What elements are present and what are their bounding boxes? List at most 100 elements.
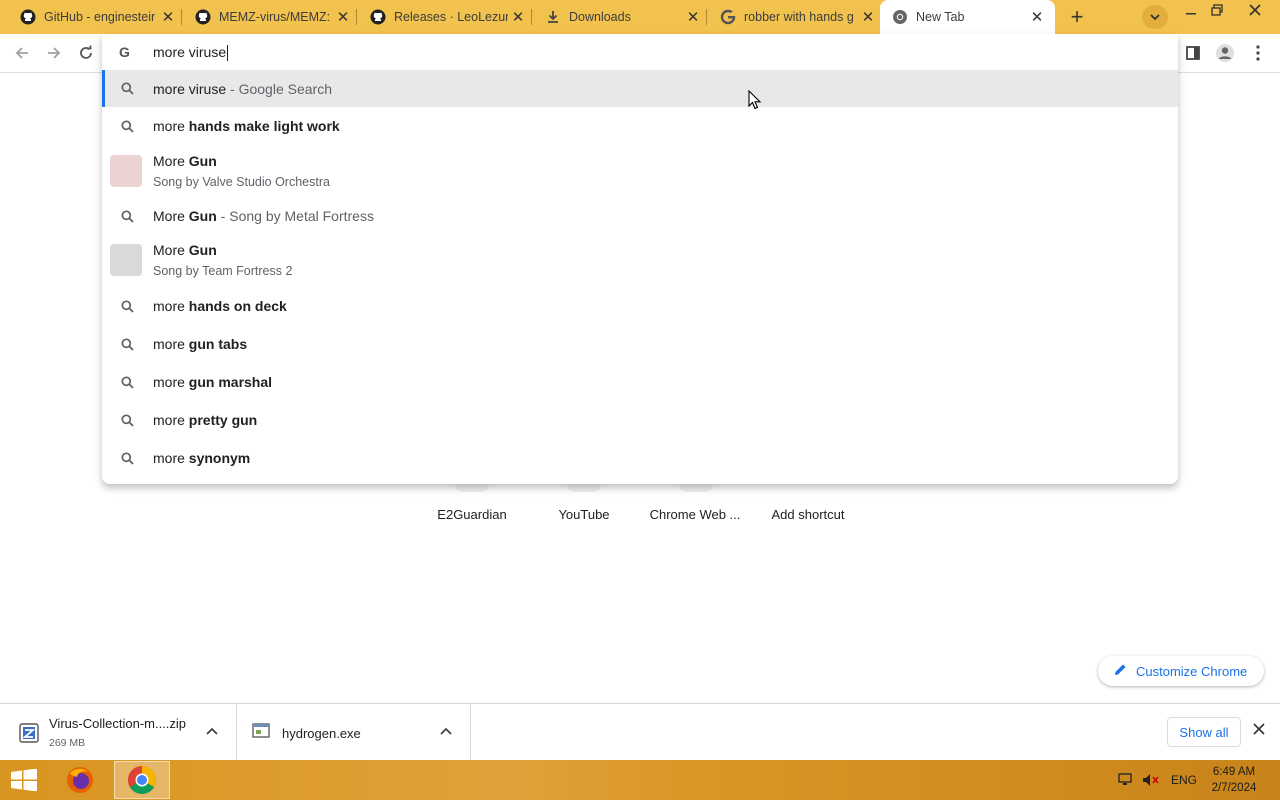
- tab-search-button[interactable]: [1142, 5, 1168, 29]
- download-item[interactable]: hydrogen.exe: [236, 704, 471, 761]
- suggestion-item[interactable]: more hands make light work: [102, 107, 1178, 145]
- chevron-up-icon[interactable]: [206, 724, 218, 738]
- chrome-taskbar-icon[interactable]: [114, 761, 170, 799]
- shortcut-chrome-web-store[interactable]: Chrome Web ...: [645, 507, 745, 522]
- search-icon: [119, 450, 135, 466]
- profile-avatar[interactable]: [1214, 42, 1236, 64]
- suggestion-subtitle: Song by Valve Studio Orchestra: [153, 175, 330, 189]
- search-icon: [119, 374, 135, 390]
- tab-memz-virus[interactable]: MEMZ-virus/MEMZ: ✕: [175, 0, 357, 34]
- windows-start-button[interactable]: [10, 768, 38, 792]
- reload-button[interactable]: [75, 42, 97, 64]
- back-button[interactable]: [11, 42, 33, 64]
- volume-muted-icon[interactable]: [1142, 773, 1160, 790]
- close-downloads-bar-icon[interactable]: [1253, 722, 1265, 739]
- suggestion-text: more: [153, 118, 189, 134]
- chevron-up-icon[interactable]: [440, 724, 452, 738]
- song-thumbnail: [110, 244, 142, 276]
- network-icon[interactable]: [1118, 773, 1134, 790]
- suggestion-bold: hands make light work: [188, 118, 340, 134]
- suggestion-item[interactable]: more gun marshal: [102, 363, 1178, 401]
- suggestion-item[interactable]: more viruse - Google Search: [102, 70, 1178, 107]
- suggestion-text: more: [153, 336, 189, 352]
- suggestion-bold: Gun: [188, 153, 217, 169]
- shortcut-e2guardian[interactable]: E2Guardian: [422, 507, 522, 522]
- suggestion-bold: Gun: [188, 242, 217, 258]
- new-tab-button[interactable]: +: [1064, 4, 1090, 30]
- language-indicator[interactable]: ENG: [1171, 773, 1197, 787]
- tab-title: MEMZ-virus/MEMZ:: [219, 10, 331, 24]
- song-thumbnail: [110, 155, 142, 187]
- close-icon[interactable]: ✕: [858, 8, 878, 26]
- search-icon: [119, 208, 135, 224]
- github-icon: [20, 9, 36, 25]
- minimize-button[interactable]: [1180, 2, 1202, 18]
- shortcut-tile-top: [567, 484, 601, 492]
- taskbar-clock[interactable]: 6:49 AM 2/7/2024: [1204, 764, 1264, 796]
- shortcut-add[interactable]: Add shortcut: [758, 507, 858, 522]
- windows-taskbar: ENG 6:49 AM 2/7/2024: [0, 760, 1280, 800]
- suggestion-text: More: [153, 242, 189, 258]
- mouse-cursor-icon: [748, 89, 762, 115]
- tab-robber-search[interactable]: robber with hands g ✕: [700, 0, 882, 34]
- suggestion-subtitle: Song by Team Fortress 2: [153, 264, 293, 278]
- suggestion-bold: hands on deck: [188, 298, 287, 314]
- download-item[interactable]: Virus-Collection-m....zip 269 MB: [0, 704, 237, 761]
- github-icon: [195, 9, 211, 25]
- suggestion-suffix: - Google Search: [226, 80, 332, 97]
- suggestion-text: more: [153, 374, 189, 390]
- download-filename: Virus-Collection-m....zip: [49, 716, 187, 731]
- suggestion-text: more: [153, 298, 189, 314]
- omnibox-dropdown: G more viruse more viruse - Google Searc…: [102, 34, 1178, 484]
- shortcut-tile-top: [679, 484, 713, 492]
- close-icon[interactable]: ✕: [1027, 8, 1047, 26]
- search-icon: [119, 298, 135, 314]
- chevron-down-icon: [1150, 10, 1160, 24]
- search-icon: [119, 412, 135, 428]
- suggestion-item[interactable]: more hands on deck: [102, 287, 1178, 325]
- suggestion-text: more: [153, 450, 189, 466]
- menu-kebab-icon[interactable]: [1247, 42, 1269, 64]
- google-icon: [720, 9, 736, 25]
- show-all-downloads-button[interactable]: Show all: [1167, 717, 1241, 747]
- suggestion-item[interactable]: more gun tabs: [102, 325, 1178, 363]
- suggestion-item[interactable]: more pretty gun: [102, 401, 1178, 439]
- chrome-icon: [892, 9, 908, 25]
- tab-title: Releases · LeoLezury: [394, 10, 508, 24]
- suggestion-suffix: - Song by Metal Fortress: [216, 208, 374, 224]
- download-icon: [545, 9, 561, 25]
- address-bar[interactable]: G more viruse: [102, 34, 1178, 70]
- zip-file-icon: [18, 722, 40, 744]
- search-icon: [119, 81, 135, 97]
- tab-title: robber with hands g: [744, 10, 854, 24]
- downloads-bar: Virus-Collection-m....zip 269 MB hydroge…: [0, 703, 1280, 761]
- customize-chrome-button[interactable]: Customize Chrome: [1098, 656, 1264, 686]
- tab-downloads[interactable]: Downloads ✕: [525, 0, 707, 34]
- tab-new-tab[interactable]: New Tab ✕: [880, 0, 1055, 34]
- suggestion-item[interactable]: More Gun - Song by Metal Fortress: [102, 197, 1178, 235]
- tab-title: Downloads: [569, 10, 631, 24]
- side-panel-button[interactable]: [1182, 42, 1204, 64]
- restore-button[interactable]: [1206, 2, 1228, 18]
- suggestion-bold: Gun: [188, 208, 217, 224]
- window-close-button[interactable]: [1232, 2, 1278, 18]
- download-filename: hydrogen.exe: [282, 726, 361, 741]
- firefox-taskbar-icon[interactable]: [62, 764, 98, 796]
- suggestion-text: more: [153, 412, 189, 428]
- download-size: 269 MB: [49, 737, 86, 749]
- address-input-text[interactable]: more viruse: [153, 44, 226, 60]
- pencil-icon: [1114, 663, 1127, 679]
- suggestion-text: More: [153, 208, 189, 224]
- forward-button[interactable]: [43, 42, 65, 64]
- search-icon: [119, 118, 135, 134]
- tab-github-enginestein[interactable]: GitHub - enginesteir ✕: [0, 0, 182, 34]
- suggestion-bold: synonym: [188, 450, 251, 466]
- suggestion-text: More: [153, 153, 189, 169]
- suggestion-item-entity[interactable]: More Gun Song by Team Fortress 2: [102, 235, 1178, 287]
- tab-strip: GitHub - enginesteir ✕ MEMZ-virus/MEMZ: …: [0, 0, 1280, 34]
- suggestion-bold: gun marshal: [188, 374, 273, 390]
- suggestion-item-entity[interactable]: More Gun Song by Valve Studio Orchestra: [102, 145, 1178, 197]
- shortcut-youtube[interactable]: YouTube: [534, 507, 634, 522]
- tab-releases-leolezury[interactable]: Releases · LeoLezury ✕: [350, 0, 532, 34]
- suggestion-item[interactable]: more synonym: [102, 439, 1178, 477]
